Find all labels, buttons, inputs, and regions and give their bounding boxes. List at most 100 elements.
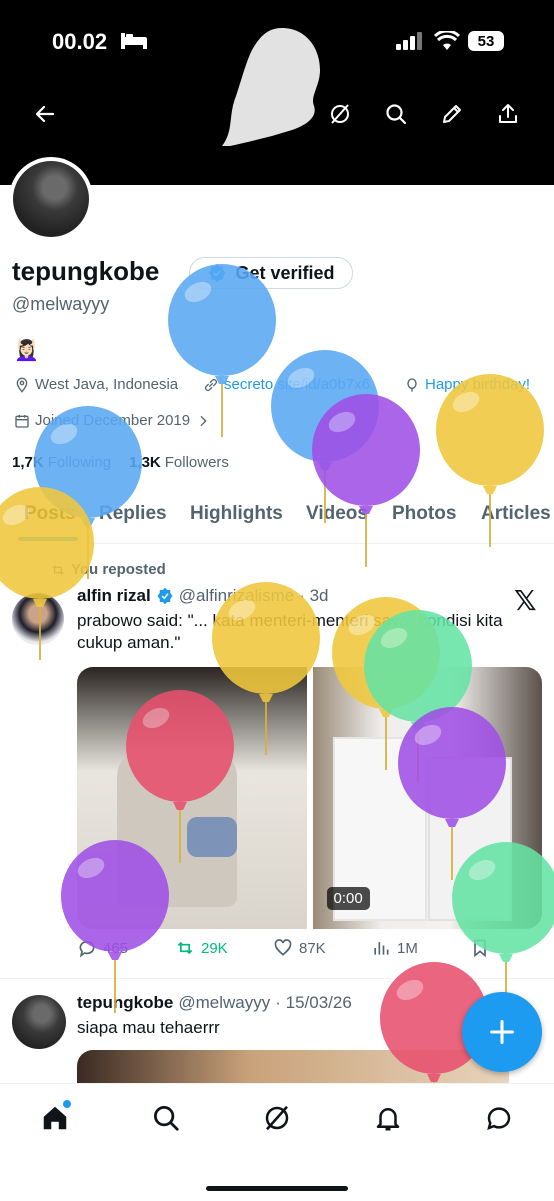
tweet-divider (0, 978, 554, 979)
author-avatar[interactable] (12, 593, 64, 645)
arrow-left-icon (35, 105, 55, 123)
verified-badge-icon (157, 587, 173, 605)
author-handle[interactable]: @alfinrizalisme (179, 586, 295, 606)
birthday-info: Happy birthday! (404, 376, 530, 393)
search-icon (386, 104, 407, 125)
tab-replies[interactable]: Replies (99, 503, 167, 525)
tab-photos[interactable]: Photos (392, 503, 456, 525)
profile-banner: 00.02 53 (0, 0, 554, 185)
status-time: 00.02 (52, 29, 108, 54)
profile-tabs: Posts Replies Highlights Videos Photos A… (0, 495, 554, 544)
notifications-icon (376, 1108, 400, 1131)
tweet-time: · 3d (299, 586, 329, 605)
following-count[interactable]: 1,7K (12, 454, 44, 471)
tab-articles[interactable]: Articles (481, 503, 551, 525)
calendar-icon (15, 414, 29, 428)
views-count: 1M (397, 939, 418, 957)
grok-icon (331, 104, 349, 124)
tweet-header: alfin rizal @alfinrizalisme · 3d (77, 586, 329, 606)
get-verified-label: Get verified (235, 262, 335, 283)
like-button[interactable]: 87K (273, 938, 326, 958)
joined-text: Joined December 2019 (35, 412, 191, 429)
grok-icon (265, 1105, 289, 1131)
reply-button[interactable]: 465 (77, 938, 128, 958)
link-icon (205, 378, 217, 391)
verified-badge-icon (209, 263, 226, 283)
author-name[interactable]: alfin rizal (77, 586, 151, 606)
author-handle[interactable]: @melwayyy (178, 993, 270, 1013)
views-button[interactable]: 1M (371, 938, 418, 958)
author-name[interactable]: tepungkobe (77, 993, 173, 1013)
tab-posts[interactable]: Posts (24, 503, 76, 525)
nav-search[interactable] (148, 1100, 184, 1136)
reply-icon (79, 940, 95, 958)
heart-icon (274, 939, 292, 956)
repost-indicator: You reposted (50, 561, 166, 578)
followers-count[interactable]: 1,3K (129, 454, 161, 471)
like-count: 87K (299, 939, 326, 957)
tweet-text: siapa mau tehaerrr (77, 1018, 220, 1037)
battery-level: 53 (477, 32, 495, 50)
bookmark-icon[interactable] (470, 938, 490, 958)
sleep-mode-icon (121, 33, 147, 49)
views-icon (374, 942, 389, 955)
cartoon-image[interactable] (77, 667, 307, 929)
nav-messages[interactable] (481, 1100, 517, 1136)
tweet-header: tepungkobe @melwayyy · 15/03/26 (77, 993, 352, 1013)
active-tab-indicator (18, 537, 78, 541)
edit-icon (443, 105, 461, 123)
tab-highlights[interactable]: Highlights (190, 503, 283, 525)
video-thumbnail[interactable]: 0:00 (312, 667, 542, 929)
tweet-text: prabowo said: "... kata menteri-menteri … (77, 611, 503, 652)
search-icon (154, 1106, 179, 1131)
plus-icon (489, 1019, 515, 1045)
follow-stats: 1,7K Following 1,3K Followers (12, 454, 229, 471)
chevron-right-icon (200, 415, 207, 426)
grok-button[interactable] (320, 94, 360, 134)
tweet-time: · 15/03/26 (275, 993, 352, 1012)
compose-button[interactable] (462, 992, 542, 1072)
share-icon (499, 104, 517, 123)
banner-silhouette (222, 28, 320, 146)
tab-videos[interactable]: Videos (306, 503, 368, 525)
birthday-text: Happy birthday! (425, 376, 531, 393)
home-indicator (206, 1186, 348, 1191)
balloon (34, 406, 142, 579)
nav-grok[interactable] (259, 1100, 295, 1136)
tweet-media[interactable]: 0:00 (77, 667, 542, 929)
signal-icon (396, 32, 422, 50)
profile-avatar[interactable] (9, 157, 93, 241)
profile-name: tepungkobe (12, 256, 160, 286)
joined-info[interactable]: Joined December 2019 (14, 412, 211, 429)
battery-icon: 53 (468, 31, 504, 51)
nav-notifications[interactable] (370, 1100, 406, 1136)
search-button[interactable] (376, 94, 416, 134)
reply-count: 465 (103, 939, 129, 957)
share-button[interactable] (488, 94, 528, 134)
repost-label: You reposted (71, 561, 166, 578)
repost-count: 29K (201, 939, 228, 957)
back-button[interactable] (25, 94, 65, 134)
nav-home[interactable] (37, 1100, 73, 1136)
balloon-icon (407, 377, 417, 392)
following-label[interactable]: Following (48, 454, 111, 471)
author-avatar[interactable] (12, 995, 66, 1049)
edit-button[interactable] (432, 94, 472, 134)
location-text: West Java, Indonesia (35, 376, 179, 393)
location-pin-icon (16, 377, 28, 393)
bio-emoji: 💆🏻‍♀️ (14, 340, 39, 362)
video-duration: 0:00 (326, 887, 370, 910)
repost-icon (177, 941, 193, 955)
website-info[interactable]: secreto.site/id/a0b7x6 (203, 376, 370, 393)
profile-handle: @melwayyy (12, 294, 110, 314)
repost-button[interactable]: 29K (175, 938, 228, 958)
followers-label[interactable]: Followers (165, 454, 229, 471)
messages-icon (487, 1107, 511, 1131)
repost-icon (52, 564, 64, 575)
get-verified-button[interactable]: Get verified (189, 257, 353, 289)
avatar-image (13, 161, 89, 237)
notification-dot (63, 1100, 71, 1108)
wifi-icon (434, 31, 460, 50)
website-link[interactable]: secreto.site/id/a0b7x6 (224, 376, 370, 393)
location-info: West Java, Indonesia (14, 376, 178, 393)
